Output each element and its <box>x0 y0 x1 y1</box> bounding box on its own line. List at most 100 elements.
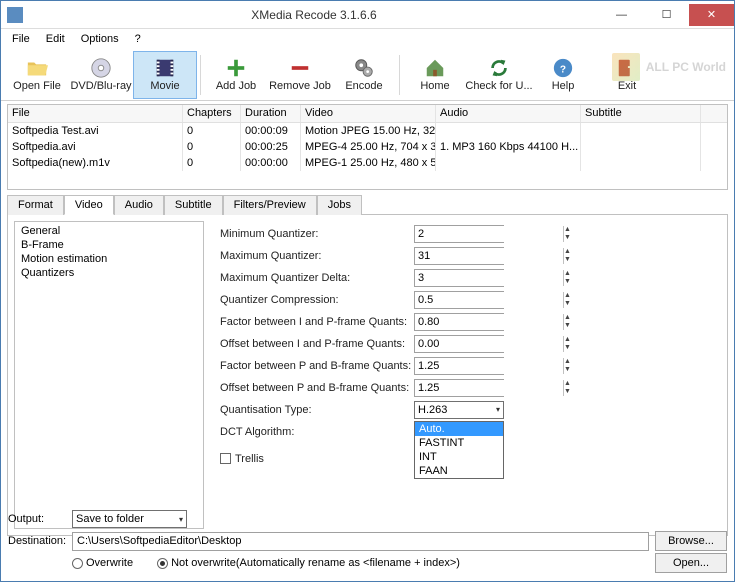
film-icon <box>154 57 176 79</box>
watermark-icon <box>612 53 640 81</box>
separator <box>200 55 201 95</box>
destination-input[interactable] <box>72 532 649 551</box>
opb-label: Offset between P and B-frame Quants: <box>220 382 414 394</box>
opb-input[interactable]: ▲▼ <box>414 379 504 397</box>
app-icon <box>7 7 23 23</box>
dvd-button[interactable]: DVD/Blu-ray <box>69 51 133 99</box>
maxqd-label: Maximum Quantizer Delta: <box>220 272 414 284</box>
plus-icon <box>225 57 247 79</box>
tab-filters[interactable]: Filters/Preview <box>223 195 317 215</box>
menu-help[interactable]: ? <box>128 31 148 47</box>
col-duration[interactable]: Duration <box>241 105 301 122</box>
add-job-button[interactable]: Add Job <box>204 51 268 99</box>
footer: Output: Save to folder▾ Destination: Bro… <box>0 504 735 582</box>
encode-button[interactable]: Encode <box>332 51 396 99</box>
help-icon: ? <box>552 57 574 79</box>
refresh-icon <box>488 57 510 79</box>
movie-button[interactable]: Movie <box>133 51 197 99</box>
open-button[interactable]: Open... <box>655 553 727 573</box>
dct-label: DCT Algorithm: <box>220 426 414 438</box>
checkbox-icon <box>220 453 231 464</box>
col-chapters[interactable]: Chapters <box>183 105 241 122</box>
side-bframe[interactable]: B-Frame <box>17 238 201 252</box>
fip-label: Factor between I and P-frame Quants: <box>220 316 414 328</box>
oip-label: Offset between I and P-frame Quants: <box>220 338 414 350</box>
minq-label: Minimum Quantizer: <box>220 228 414 240</box>
file-list[interactable]: File Chapters Duration Video Audio Subti… <box>7 104 728 190</box>
output-select[interactable]: Save to folder▾ <box>72 510 187 528</box>
folder-open-icon <box>26 57 48 79</box>
maximize-button[interactable]: ☐ <box>644 4 689 26</box>
toolbar: Open File DVD/Blu-ray Movie Add Job Remo… <box>1 49 734 101</box>
dropdown-option[interactable]: FASTINT <box>415 436 503 450</box>
file-list-header: File Chapters Duration Video Audio Subti… <box>8 105 727 123</box>
home-button[interactable]: Home <box>403 51 467 99</box>
update-button[interactable]: Check for U... <box>467 51 531 99</box>
window-title: XMedia Recode 3.1.6.6 <box>29 8 599 22</box>
tab-subtitle[interactable]: Subtitle <box>164 195 223 215</box>
table-row[interactable]: Softpedia(new).m1v000:00:00MPEG-1 25.00 … <box>8 155 727 171</box>
radio-icon <box>72 558 83 569</box>
fpb-label: Factor between P and B-frame Quants: <box>220 360 414 372</box>
tab-body: General B-Frame Motion estimation Quanti… <box>7 214 728 536</box>
menu-bar: File Edit Options ? <box>1 29 734 49</box>
menu-file[interactable]: File <box>5 31 37 47</box>
overwrite-radio[interactable]: Overwrite <box>72 557 133 569</box>
trellis-checkbox[interactable]: Trellis <box>220 453 414 465</box>
minq-input[interactable]: ▲▼ <box>414 225 504 243</box>
form-area: Minimum Quantizer:▲▼ Maximum Quantizer:▲… <box>210 215 727 535</box>
dct-dropdown[interactable]: Auto. FASTINT INT FAAN <box>414 421 504 479</box>
fip-input[interactable]: ▲▼ <box>414 313 504 331</box>
dropdown-option[interactable]: FAAN <box>415 464 503 478</box>
minimize-button[interactable]: — <box>599 4 644 26</box>
title-bar: XMedia Recode 3.1.6.6 — ☐ ✕ <box>1 1 734 29</box>
side-motion[interactable]: Motion estimation <box>17 252 201 266</box>
dropdown-option[interactable]: INT <box>415 450 503 464</box>
chevron-down-icon: ▾ <box>496 405 500 414</box>
tab-jobs[interactable]: Jobs <box>317 195 362 215</box>
qcomp-input[interactable]: ▲▼ <box>414 291 504 309</box>
side-general[interactable]: General <box>17 224 201 238</box>
watermark-text: ALL PC World <box>646 60 726 74</box>
qtype-label: Quantisation Type: <box>220 404 414 416</box>
close-button[interactable]: ✕ <box>689 4 734 26</box>
qtype-select[interactable]: H.263▾ <box>414 401 504 419</box>
fpb-input[interactable]: ▲▼ <box>414 357 504 375</box>
qcomp-label: Quantizer Compression: <box>220 294 414 306</box>
help-button[interactable]: ?Help <box>531 51 595 99</box>
menu-edit[interactable]: Edit <box>39 31 72 47</box>
chevron-down-icon: ▾ <box>179 515 183 524</box>
radio-icon <box>157 558 168 569</box>
not-overwrite-radio[interactable]: Not overwrite(Automatically rename as <f… <box>157 557 460 569</box>
oip-input[interactable]: ▲▼ <box>414 335 504 353</box>
remove-job-button[interactable]: Remove Job <box>268 51 332 99</box>
table-row[interactable]: Softpedia.avi000:00:25MPEG-4 25.00 Hz, 7… <box>8 139 727 155</box>
browse-button[interactable]: Browse... <box>655 531 727 551</box>
maxqd-input[interactable]: ▲▼ <box>414 269 504 287</box>
tab-video[interactable]: Video <box>64 195 114 215</box>
col-video[interactable]: Video <box>301 105 436 122</box>
maxq-label: Maximum Quantizer: <box>220 250 414 262</box>
open-file-button[interactable]: Open File <box>5 51 69 99</box>
table-row[interactable]: Softpedia Test.avi000:00:09Motion JPEG 1… <box>8 123 727 139</box>
output-label: Output: <box>8 513 66 525</box>
tab-format[interactable]: Format <box>7 195 64 215</box>
gears-icon <box>353 57 375 79</box>
col-file[interactable]: File <box>8 105 183 122</box>
dropdown-option[interactable]: Auto. <box>415 422 503 436</box>
destination-label: Destination: <box>8 535 66 547</box>
disc-icon <box>90 57 112 79</box>
maxq-input[interactable]: ▲▼ <box>414 247 504 265</box>
separator <box>399 55 400 95</box>
minus-icon <box>289 57 311 79</box>
side-quantizers[interactable]: Quantizers <box>17 266 201 280</box>
home-icon <box>424 57 446 79</box>
side-panel[interactable]: General B-Frame Motion estimation Quanti… <box>14 221 204 529</box>
watermark: ALL PC World <box>612 53 726 81</box>
tab-strip: Format Video Audio Subtitle Filters/Prev… <box>7 195 728 215</box>
svg-text:?: ? <box>560 65 566 76</box>
col-audio[interactable]: Audio <box>436 105 581 122</box>
col-subtitle[interactable]: Subtitle <box>581 105 701 122</box>
tab-audio[interactable]: Audio <box>114 195 164 215</box>
menu-options[interactable]: Options <box>74 31 126 47</box>
